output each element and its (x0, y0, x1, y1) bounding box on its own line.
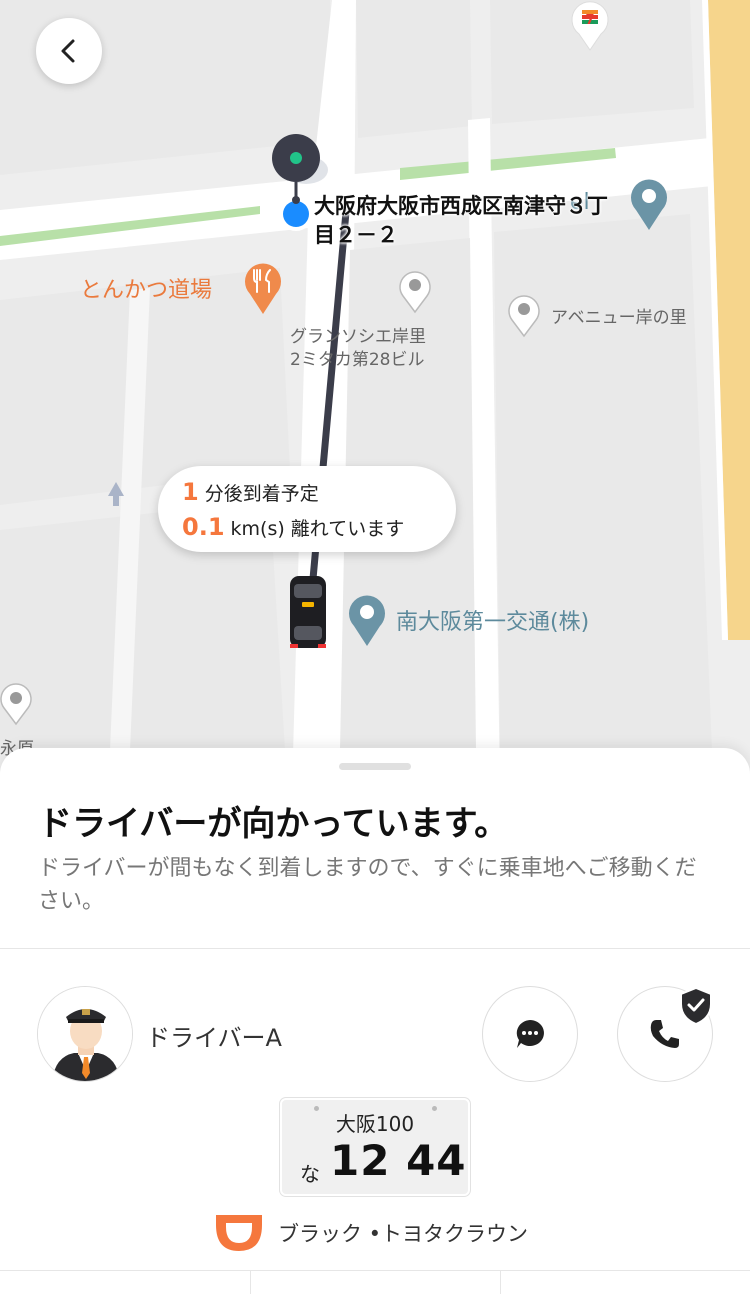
avatar (37, 986, 133, 1082)
car-info: ブラック •トヨタクラウン (214, 1213, 528, 1253)
divider (250, 1270, 251, 1294)
poi-taxi-company-label[interactable]: 南大阪第一交通(株) (396, 604, 589, 636)
restaurant-pin-icon[interactable] (242, 260, 284, 316)
divider (0, 1270, 750, 1271)
eta-minutes: 1 (182, 478, 199, 506)
car-description: ブラック •トヨタクラウン (278, 1222, 529, 1246)
didi-logo-icon (216, 1215, 262, 1251)
eta-distance: 0.1 (182, 513, 225, 541)
eta-bubble: 1 分後到着予定 0.1 km(s) 離れています (158, 466, 456, 552)
map-view[interactable]: 7 el 大阪府大阪市西成区南津守３丁目２－２ とんかつ道場 グランソシエ岸里 … (0, 0, 750, 790)
sheet-subtitle: ドライバーが間もなく到着しますので、すぐに乗車地へご移動ください。 (38, 856, 697, 914)
sheet-drag-handle[interactable] (339, 763, 411, 770)
seven-eleven-icon: 7 (571, 1, 609, 51)
phone-icon (650, 1020, 679, 1048)
chat-button[interactable] (482, 986, 578, 1082)
plate-kana: な (300, 1162, 320, 1186)
poi-restaurant-label[interactable]: とんかつ道場 (80, 272, 212, 304)
place-pin-icon[interactable] (628, 176, 670, 232)
taxi-car-icon (290, 576, 326, 648)
driver-name: ドライバーA (146, 1024, 282, 1052)
place-pin-icon[interactable] (397, 268, 433, 314)
eta-distance-label: km(s) 離れています (230, 518, 405, 540)
eta-minutes-label: 分後到着予定 (204, 483, 319, 505)
license-plate: 大阪100 な 12 44 (280, 1098, 470, 1196)
place-pin-icon[interactable] (0, 682, 34, 726)
poi-building-line2: 2ミタカ第28ビル (290, 350, 425, 370)
poi-avenue-label[interactable]: アベニュー岸の里 (551, 307, 687, 330)
sheet-title: ドライバーが向かっています。 (38, 804, 509, 844)
eta-minutes-line: 1 分後到着予定 (182, 476, 432, 511)
pickup-address: 大阪府大阪市西成区南津守３丁目２－２ (314, 194, 608, 247)
shield-check-icon (680, 986, 712, 1026)
plate-number: 12 44 (330, 1136, 467, 1185)
poi-building-label[interactable]: グランソシエ岸里 2ミタカ第28ビル (290, 326, 426, 372)
back-arrow-icon (61, 39, 75, 63)
place-pin-icon[interactable] (506, 292, 542, 338)
divider (500, 1270, 501, 1294)
place-pin-icon[interactable] (346, 592, 388, 648)
svg-text:7: 7 (585, 13, 594, 28)
driver-avatar-icon (38, 987, 132, 1081)
eta-distance-line: 0.1 km(s) 離れています (182, 511, 432, 546)
driver-status-sheet[interactable]: ドライバーが向かっています。 ドライバーが間もなく到着しますので、すぐに乗車地へ… (0, 748, 750, 1294)
back-button[interactable] (36, 18, 102, 84)
chat-icon (516, 1020, 544, 1048)
poi-building-line1: グランソシエ岸里 (290, 327, 426, 347)
plate-region: 大阪100 (335, 1112, 415, 1136)
map-background (0, 0, 750, 790)
divider (0, 948, 750, 949)
